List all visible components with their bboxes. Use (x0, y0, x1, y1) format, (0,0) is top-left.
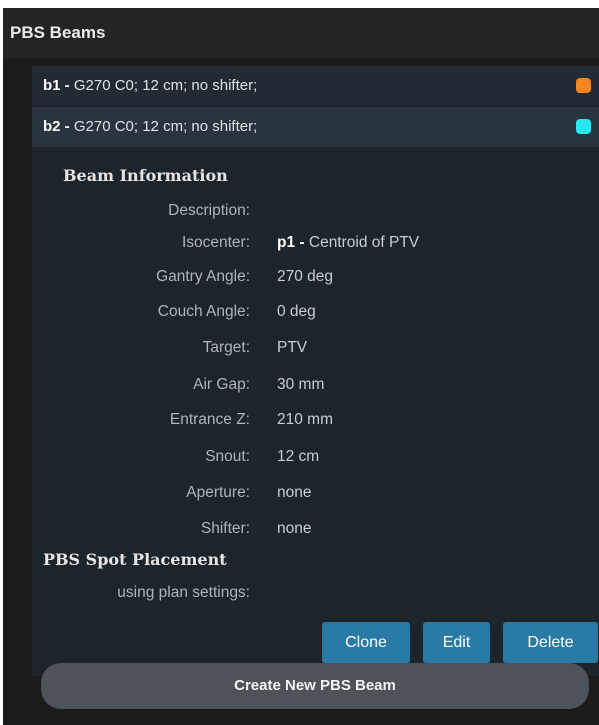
couch-angle-value: 0 deg (277, 303, 316, 320)
beam-id: b1 - (43, 77, 70, 94)
edit-button[interactable]: Edit (423, 622, 490, 663)
couch-angle-label: Couch Angle: (157, 303, 250, 320)
gantry-angle-value: 270 deg (277, 268, 334, 285)
aperture-value: none (277, 484, 312, 501)
panel-title: PBS Beams (3, 8, 599, 58)
air-gap-label: Air Gap: (193, 376, 250, 393)
beam-row-b2[interactable]: b2 - G270 C0; 12 cm; no shifter; (32, 107, 599, 147)
create-new-pbs-beam-button[interactable]: Create New PBS Beam (41, 663, 589, 709)
isocenter-label: Isocenter: (181, 234, 250, 251)
target-label: Target: (202, 339, 250, 356)
clone-button[interactable]: Clone (322, 622, 410, 663)
air-gap-value: 30 mm (277, 376, 325, 393)
snout-value: 12 cm (277, 448, 320, 465)
isocenter-value: p1 - Centroid of PTV (277, 234, 419, 252)
beam-summary: G270 C0; 12 cm; no shifter; (73, 77, 258, 94)
beam-list: b1 - G270 C0; 12 cm; no shifter; b2 - G2… (32, 66, 599, 676)
spot-placement-label: using plan settings: (117, 584, 250, 601)
beam-color-swatch[interactable] (576, 119, 591, 134)
isocenter-point-id: p1 - (277, 234, 305, 251)
pbs-beams-panel: PBS Beams b1 - G270 C0; 12 cm; no shifte… (3, 8, 599, 725)
beam-color-swatch[interactable] (576, 78, 591, 93)
shifter-label: Shifter: (200, 520, 250, 537)
delete-button[interactable]: Delete (503, 622, 598, 663)
aperture-label: Aperture: (186, 484, 250, 501)
snout-label: Snout: (205, 448, 250, 465)
description-label: Description: (168, 202, 250, 219)
shifter-value: none (277, 520, 312, 537)
entrance-z-label: Entrance Z: (169, 411, 250, 428)
isocenter-point-desc: Centroid of PTV (308, 234, 420, 251)
beam-id: b2 - (43, 118, 70, 135)
beam-summary: G270 C0; 12 cm; no shifter; (73, 118, 258, 135)
target-value: PTV (277, 339, 308, 356)
gantry-angle-label: Gantry Angle: (156, 268, 250, 285)
beam-row-b1[interactable]: b1 - G270 C0; 12 cm; no shifter; (32, 66, 599, 106)
beam-information-heading: Beam Information (63, 166, 228, 185)
spot-placement-heading: PBS Spot Placement (43, 550, 227, 569)
entrance-z-value: 210 mm (277, 411, 333, 428)
